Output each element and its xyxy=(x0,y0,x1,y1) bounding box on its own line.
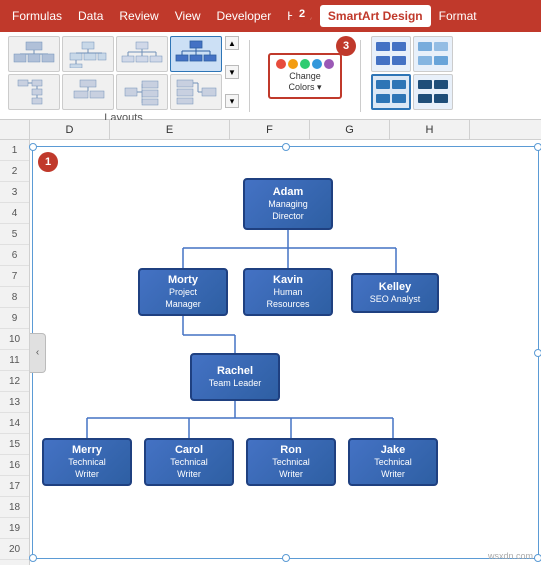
layout-item-8[interactable] xyxy=(170,74,222,110)
layout-item-2[interactable] xyxy=(62,36,114,72)
layout-item-6[interactable] xyxy=(62,74,114,110)
col-header-g[interactable]: G xyxy=(310,120,390,139)
menu-smartart-design[interactable]: SmartArt Design xyxy=(320,5,431,27)
row-num-2: 2 xyxy=(0,161,29,182)
badge-change-colors: 3 xyxy=(336,36,356,56)
change-colors-button[interactable]: ChangeColors ▾ xyxy=(268,53,342,99)
layouts-section: ▲ ▼ ▾ Layouts xyxy=(8,36,239,116)
row-num-12: 12 xyxy=(0,371,29,392)
col-header-d[interactable]: D xyxy=(30,120,110,139)
row-num-13: 13 xyxy=(0,392,29,413)
row-num-20: 20 xyxy=(0,539,29,560)
row-num-10: 10 xyxy=(0,329,29,350)
row-numbers: 1 2 3 4 5 6 7 8 9 10 11 12 13 14 15 16 1… xyxy=(0,140,30,565)
menu-format[interactable]: Format xyxy=(431,5,485,27)
style-item-4[interactable] xyxy=(413,74,453,110)
smartart-styles-section xyxy=(371,36,453,116)
scroll-down-btn[interactable]: ▼ xyxy=(225,65,239,79)
handle-bm[interactable] xyxy=(282,554,290,562)
row-num-18: 18 xyxy=(0,497,29,518)
layout-item-7[interactable] xyxy=(116,74,168,110)
corner-cell xyxy=(0,120,30,139)
row-num-4: 4 xyxy=(0,203,29,224)
watermark: wsxdn.com xyxy=(488,551,533,561)
node-rachel[interactable]: Rachel Team Leader xyxy=(190,353,280,401)
layout-item-1[interactable] xyxy=(8,36,60,72)
style-item-2[interactable] xyxy=(413,36,453,72)
layouts-grid xyxy=(8,36,222,110)
color-dot-green xyxy=(300,59,310,69)
badge-smartart-design: 2 xyxy=(292,4,312,24)
change-colors-arrow: ▾ xyxy=(317,82,322,92)
handle-tr[interactable] xyxy=(534,143,541,151)
col-header-e[interactable]: E xyxy=(110,120,230,139)
node-kelley[interactable]: Kelley SEO Analyst xyxy=(351,273,439,313)
handle-mr[interactable] xyxy=(534,349,541,357)
color-dots xyxy=(276,59,334,69)
change-colors-section: 3 ChangeColors ▾ xyxy=(260,36,350,116)
row-num-3: 3 xyxy=(0,182,29,203)
node-carol[interactable]: Carol Technical Writer xyxy=(144,438,234,486)
handle-br[interactable] xyxy=(534,554,541,562)
row-num-17: 17 xyxy=(0,476,29,497)
ribbon-divider-2 xyxy=(360,40,361,112)
row-num-19: 19 xyxy=(0,518,29,539)
node-adam[interactable]: Adam Managing Director xyxy=(243,178,333,230)
sheet-body: 1 2 3 4 5 6 7 8 9 10 11 12 13 14 15 16 1… xyxy=(0,140,541,565)
menu-developer[interactable]: Developer xyxy=(209,5,280,27)
menu-review[interactable]: Review xyxy=(111,5,166,27)
layout-item-5[interactable] xyxy=(8,74,60,110)
color-dot-purple xyxy=(324,59,334,69)
style-item-1[interactable] xyxy=(371,36,411,72)
node-kavin[interactable]: Kavin Human Resources xyxy=(243,268,333,316)
ribbon-content: 2 xyxy=(0,32,541,120)
scroll-up-btn[interactable]: ▲ xyxy=(225,36,239,50)
node-jake[interactable]: Jake Technical Writer xyxy=(348,438,438,486)
main-content: D E F G H 1 2 3 4 5 6 7 8 9 10 11 12 13 … xyxy=(0,120,541,565)
color-dot-orange xyxy=(288,59,298,69)
row-num-7: 7 xyxy=(0,266,29,287)
node-ron[interactable]: Ron Technical Writer xyxy=(246,438,336,486)
change-colors-label: ChangeColors ▾ xyxy=(288,71,321,93)
row-num-11: 11 xyxy=(0,350,29,371)
menu-view[interactable]: View xyxy=(167,5,209,27)
badge-1: 1 xyxy=(38,152,58,172)
menu-formulas[interactable]: Formulas xyxy=(4,5,70,27)
ribbon-divider-1 xyxy=(249,40,250,112)
ribbon: Formulas Data Review View Developer Help… xyxy=(0,0,541,120)
handle-bl[interactable] xyxy=(29,554,37,562)
col-header-f[interactable]: F xyxy=(230,120,310,139)
handle-tm[interactable] xyxy=(282,143,290,151)
styles-grid xyxy=(371,36,453,110)
node-merry[interactable]: Merry Technical Writer xyxy=(42,438,132,486)
color-dot-red xyxy=(276,59,286,69)
menu-data[interactable]: Data xyxy=(70,5,111,27)
row-num-14: 14 xyxy=(0,413,29,434)
row-num-9: 9 xyxy=(0,308,29,329)
row-num-8: 8 xyxy=(0,287,29,308)
row-num-5: 5 xyxy=(0,224,29,245)
handle-tl[interactable] xyxy=(29,143,37,151)
scroll-more-btn[interactable]: ▾ xyxy=(225,94,239,108)
row-num-16: 16 xyxy=(0,455,29,476)
node-morty[interactable]: Morty Project Manager xyxy=(138,268,228,316)
row-num-6: 6 xyxy=(0,245,29,266)
layout-item-3[interactable] xyxy=(116,36,168,72)
layout-item-4[interactable] xyxy=(170,36,222,72)
row-num-15: 15 xyxy=(0,434,29,455)
menu-bar: Formulas Data Review View Developer Help… xyxy=(0,0,541,32)
column-headers: D E F G H xyxy=(0,120,541,140)
col-header-h[interactable]: H xyxy=(390,120,470,139)
row-num-1: 1 xyxy=(0,140,29,161)
smartart-canvas[interactable]: 1 xyxy=(30,140,541,565)
layout-scroll: ▲ ▼ ▾ xyxy=(225,36,239,108)
style-item-3[interactable] xyxy=(371,74,411,110)
expand-text-pane-button[interactable]: ‹ xyxy=(30,333,46,373)
color-dot-blue xyxy=(312,59,322,69)
